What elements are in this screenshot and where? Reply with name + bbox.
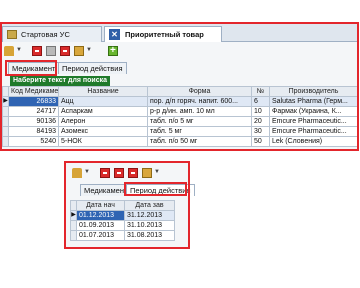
highlight-frame-period-tab [124,182,187,196]
highlight-frame-detail-window [64,161,190,249]
highlight-frame-window [0,22,359,151]
highlight-frame-medicine-tab [5,60,57,76]
